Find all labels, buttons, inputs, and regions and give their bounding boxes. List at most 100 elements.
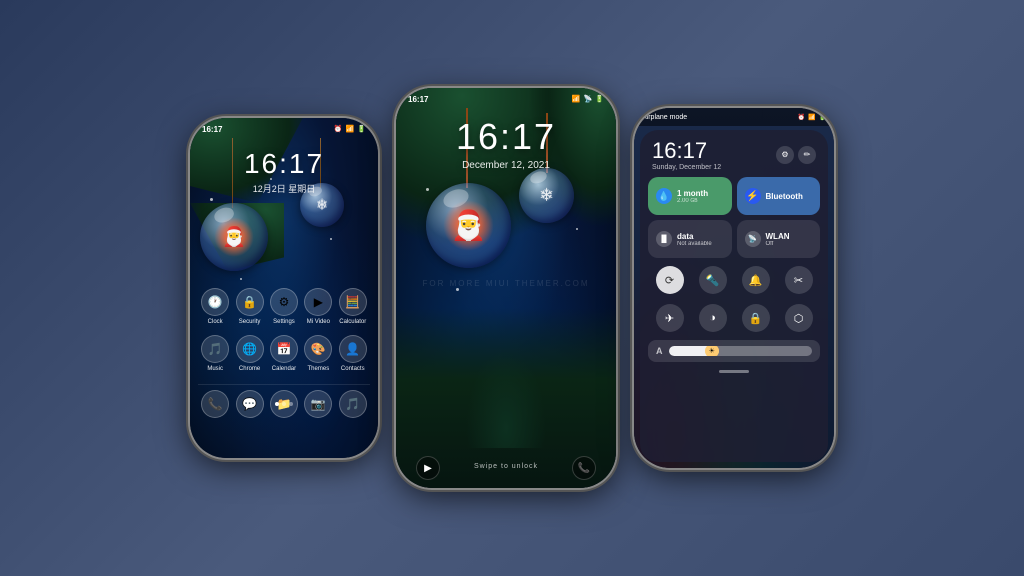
cc-data-amount: 2.00 GB [677,198,708,204]
cc-mobile-data-title: data [677,232,712,241]
cc-bluetooth-text: Bluetooth [766,192,803,201]
lock-snowflake-symbol: ❄ [539,185,554,206]
lock-screen: 🎅 ❄ 16:17 📶 📡 🔋 16:17 December 12, 2021 … [396,88,616,488]
lock-status-time: 16:17 [408,95,428,104]
app-calculator[interactable]: 🧮 Calculator [339,288,367,325]
page-dot-3 [289,402,293,406]
cc-wlan-status: Off [766,241,790,247]
youtube-button[interactable]: ▶ [416,456,440,480]
app-chrome[interactable]: 🌐 Chrome [236,335,264,372]
cc-brightness-control: A ☀ [648,340,820,362]
app-clock[interactable]: 🕐 Clock [201,288,229,325]
lock-ornament-snowflake: ❄ [519,168,574,223]
bottom-buttons: ▶ 📞 [396,456,616,480]
app-clock-label: Clock [208,319,223,325]
app-music-icon: 🎵 [201,335,229,363]
signal-icon: 📶 [346,125,355,133]
airplane-alarm-icon: ⏰ [798,114,805,121]
app-chrome-label: Chrome [239,366,260,372]
cc-wlan-text: WLAN Off [766,232,790,247]
cc-home-indicator [648,370,820,373]
cc-tile-wlan[interactable]: 📡 WLAN Off [737,220,821,258]
app-calendar-icon: 📅 [270,335,298,363]
control-panel: 16:17 Sunday, December 12 ⚙ ✏ 💧 1 month … [640,130,828,462]
app-row-2: 🎵 Music 🌐 Chrome 📅 Calendar 🎨 Themes 👤 [198,335,370,372]
tree-decoration [466,348,546,448]
app-settings[interactable]: ⚙ Settings [270,288,298,325]
cc-tile-mobile-data[interactable]: ▐▌ data Not available [648,220,732,258]
app-themes[interactable]: 🎨 Themes [304,335,332,372]
status-time: 16:17 [202,125,222,134]
cc-bell-button[interactable]: 🔔 [742,266,770,294]
app-contacts-icon: 👤 [339,335,367,363]
phone-lock-screen: 🎅 ❄ 16:17 📶 📡 🔋 16:17 December 12, 2021 … [396,88,616,488]
status-icons: ⏰ 📶 🔋 [334,125,366,133]
app-music[interactable]: 🎵 Music [201,335,229,372]
airplane-battery-icon: 🔋 [819,114,826,121]
page-dot-2 [282,402,286,406]
cc-screenshot-button[interactable]: ✂ [785,266,813,294]
cc-contrast-button[interactable]: ◑ [699,304,727,332]
airplane-icons: ⏰ 📶 🔋 [798,114,826,121]
app-security[interactable]: 🔒 Security [236,288,264,325]
cc-tile-bluetooth[interactable]: ⚡ Bluetooth [737,177,821,215]
app-chrome-icon: 🌐 [236,335,264,363]
cc-bluetooth-label: Bluetooth [766,192,803,201]
cc-tile-data[interactable]: 💧 1 month 2.00 GB [648,177,732,215]
ornament-santa: 🎅 [200,203,268,271]
snowflake [456,288,459,291]
app-grid: 🕐 Clock 🔒 Security ⚙ Settings ▶ Mi Video… [198,288,370,428]
page-dots [198,402,370,406]
cc-clock-section: 16:17 Sunday, December 12 [652,138,721,171]
phone-button[interactable]: 📞 [572,456,596,480]
app-mi-video-label: Mi Video [307,319,330,325]
lock-wifi-icon: 📡 [584,95,593,103]
lock-battery-icon: 🔋 [595,95,604,103]
lock-clock-date: December 12, 2021 [396,160,616,171]
cc-flashlight-button[interactable]: 🔦 [699,266,727,294]
status-bar: 16:17 ⏰ 📶 🔋 [190,118,378,140]
app-themes-icon: 🎨 [304,335,332,363]
lock-clock: 16:17 December 12, 2021 [396,116,616,171]
home-screen: 🎅 ❄ 16:17 ⏰ 📶 🔋 16:17 12月2日 星期日 🕐 [190,118,378,458]
app-settings-label: Settings [273,319,295,325]
cc-airplane-button[interactable]: ✈ [656,304,684,332]
home-clock: 16:17 12月2日 星期日 [190,148,378,195]
home-indicator-bar [719,370,749,373]
alarm-icon: ⏰ [334,125,343,133]
cc-lock-button[interactable]: 🔒 [742,304,770,332]
clock-date: 12月2日 星期日 [190,182,378,195]
cc-data-icon: 💧 [656,188,672,204]
app-contacts[interactable]: 👤 Contacts [339,335,367,372]
cc-settings-icon[interactable]: ⚙ [776,146,794,164]
app-music-label: Music [207,366,223,372]
snowflake-symbol: ❄ [316,197,328,214]
snowflake [240,278,242,280]
app-calendar[interactable]: 📅 Calendar [270,335,298,372]
lock-clock-time: 16:17 [396,116,616,158]
app-row-1: 🕐 Clock 🔒 Security ⚙ Settings ▶ Mi Video… [198,288,370,325]
watermark: FOR MORE MIUI THEMER.COM [396,279,616,288]
app-security-icon: 🔒 [236,288,264,316]
cc-mobile-data-status: Not available [677,241,712,247]
cc-brightness-thumb[interactable]: ☀ [705,346,719,356]
dock-row: 📞 💬 📁 📷 🎵 [198,384,370,418]
cc-time: 16:17 [652,138,721,164]
snowflake [330,238,332,240]
app-settings-icon: ⚙ [270,288,298,316]
app-security-label: Security [239,319,261,325]
app-mi-video[interactable]: ▶ Mi Video [304,288,332,325]
cc-brightness-track[interactable]: ☀ [669,346,813,356]
app-clock-icon: 🕐 [201,288,229,316]
cc-wlan-icon: 📡 [745,231,761,247]
cc-buttons-row-1: ⟳ 🔦 🔔 ✂ [648,264,820,296]
cc-mobile-data-icon: ▐▌ [656,231,672,247]
cc-edit-icon[interactable]: ✏ [798,146,816,164]
app-themes-label: Themes [308,366,330,372]
cc-date: Sunday, December 12 [652,164,721,171]
cc-brightness-auto-label: A [656,346,663,356]
cc-rotate-button[interactable]: ⟳ [656,266,684,294]
phone-control-center: Airplane mode ⏰ 📶 🔋 16:17 Sunday, Decemb… [634,108,834,468]
cc-location-button[interactable]: ⬡ [785,304,813,332]
airplane-signal-icon: 📶 [808,114,815,121]
